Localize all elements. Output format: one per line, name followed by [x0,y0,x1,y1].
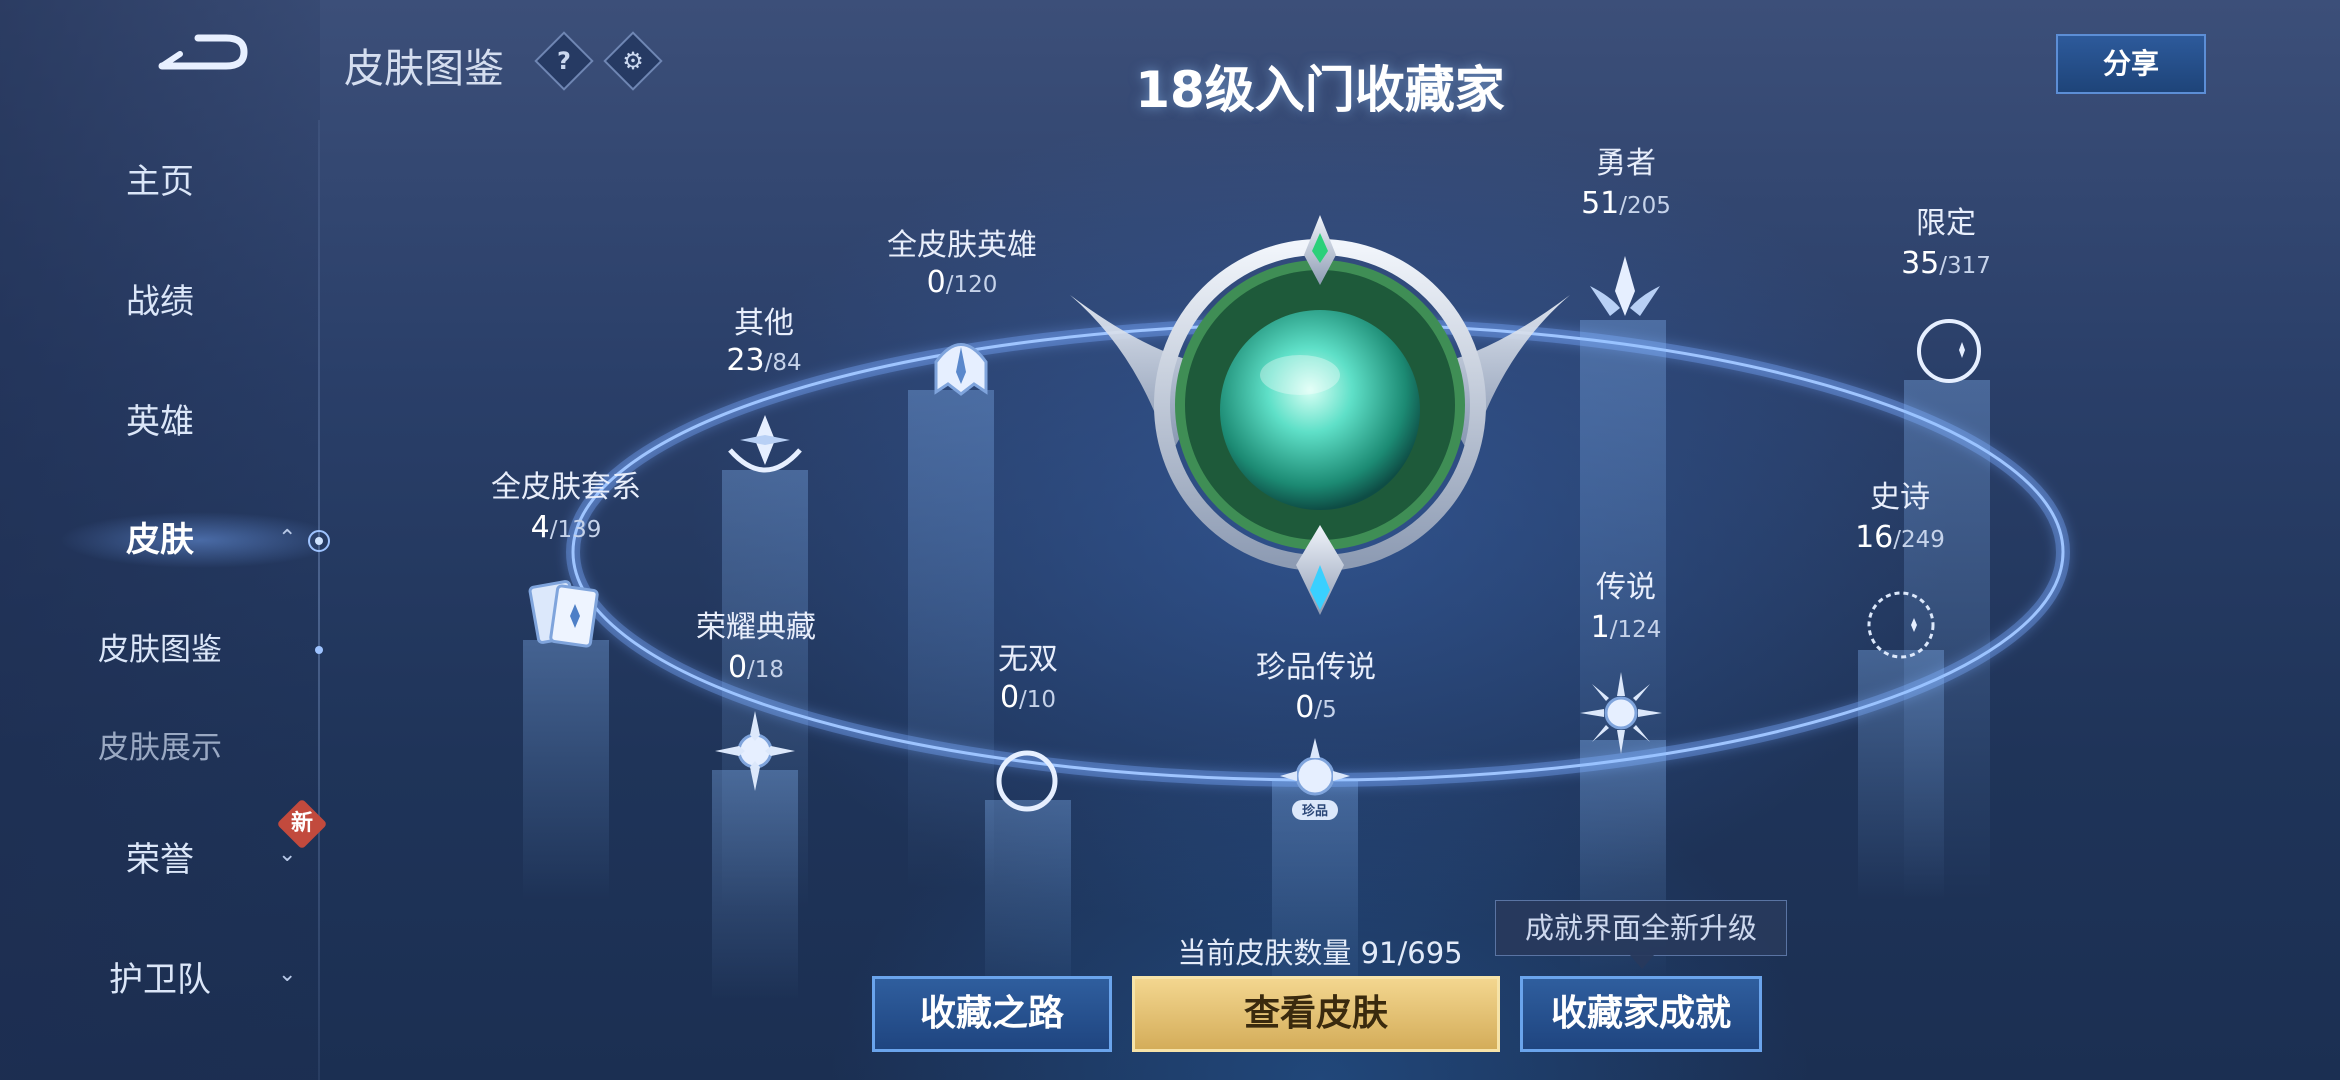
category-count: 51/205 [1581,186,1671,221]
category-count: 4/139 [530,510,602,545]
light-pillar [985,800,1071,1000]
category-label: 勇者 [1596,146,1656,181]
category-label: 传说 [1596,570,1656,605]
category-label: 限定 [1916,206,1976,241]
category-label: 全皮肤套系 [491,470,641,505]
category-label: 史诗 [1870,480,1930,515]
upgrade-tooltip: 成就界面全新升级 [1495,900,1787,969]
collection-road-button[interactable]: 收藏之路 [872,976,1112,1052]
category-count: 0/18 [727,650,785,685]
light-pillar [1858,650,1944,900]
view-skins-button[interactable]: 查看皮肤 [1132,976,1500,1052]
category-label: 珍品传说 [1256,650,1376,685]
lotus-star-icon[interactable] [720,400,810,490]
category-label: 荣耀典藏 [696,610,816,645]
moon-ring-icon[interactable] [1856,580,1946,670]
moon-star-icon[interactable] [1904,306,1994,396]
collector-achievement-button[interactable]: 收藏家成就 [1520,976,1762,1052]
category-count: 16/249 [1855,520,1945,555]
treasure-sun-icon[interactable]: 珍品 [1270,736,1360,826]
category-count: 0/10 [999,680,1057,715]
category-count: 0/120 [926,265,998,300]
star-wing-icon[interactable] [1580,246,1670,336]
cards-icon[interactable] [520,570,610,660]
sunburst-icon[interactable] [1576,668,1666,758]
svg-text:珍品: 珍品 [1302,803,1328,819]
winged-sun-icon[interactable] [710,706,800,796]
category-count: 0/5 [1295,690,1337,725]
crescent-icon[interactable] [982,736,1072,826]
current-skin-count: 当前皮肤数量 91/695 [1177,936,1463,970]
category-count: 35/317 [1901,246,1991,281]
category-label: 无双 [998,642,1058,677]
helmet-icon[interactable] [916,322,1006,412]
category-label: 其他 [734,306,794,341]
category-count: 1/124 [1590,610,1662,645]
category-label: 全皮肤英雄 [887,228,1037,263]
light-pillar [523,640,609,900]
category-count: 23/84 [726,343,802,378]
collector-badge-emblem [1070,215,1570,615]
light-pillar [712,770,798,1000]
